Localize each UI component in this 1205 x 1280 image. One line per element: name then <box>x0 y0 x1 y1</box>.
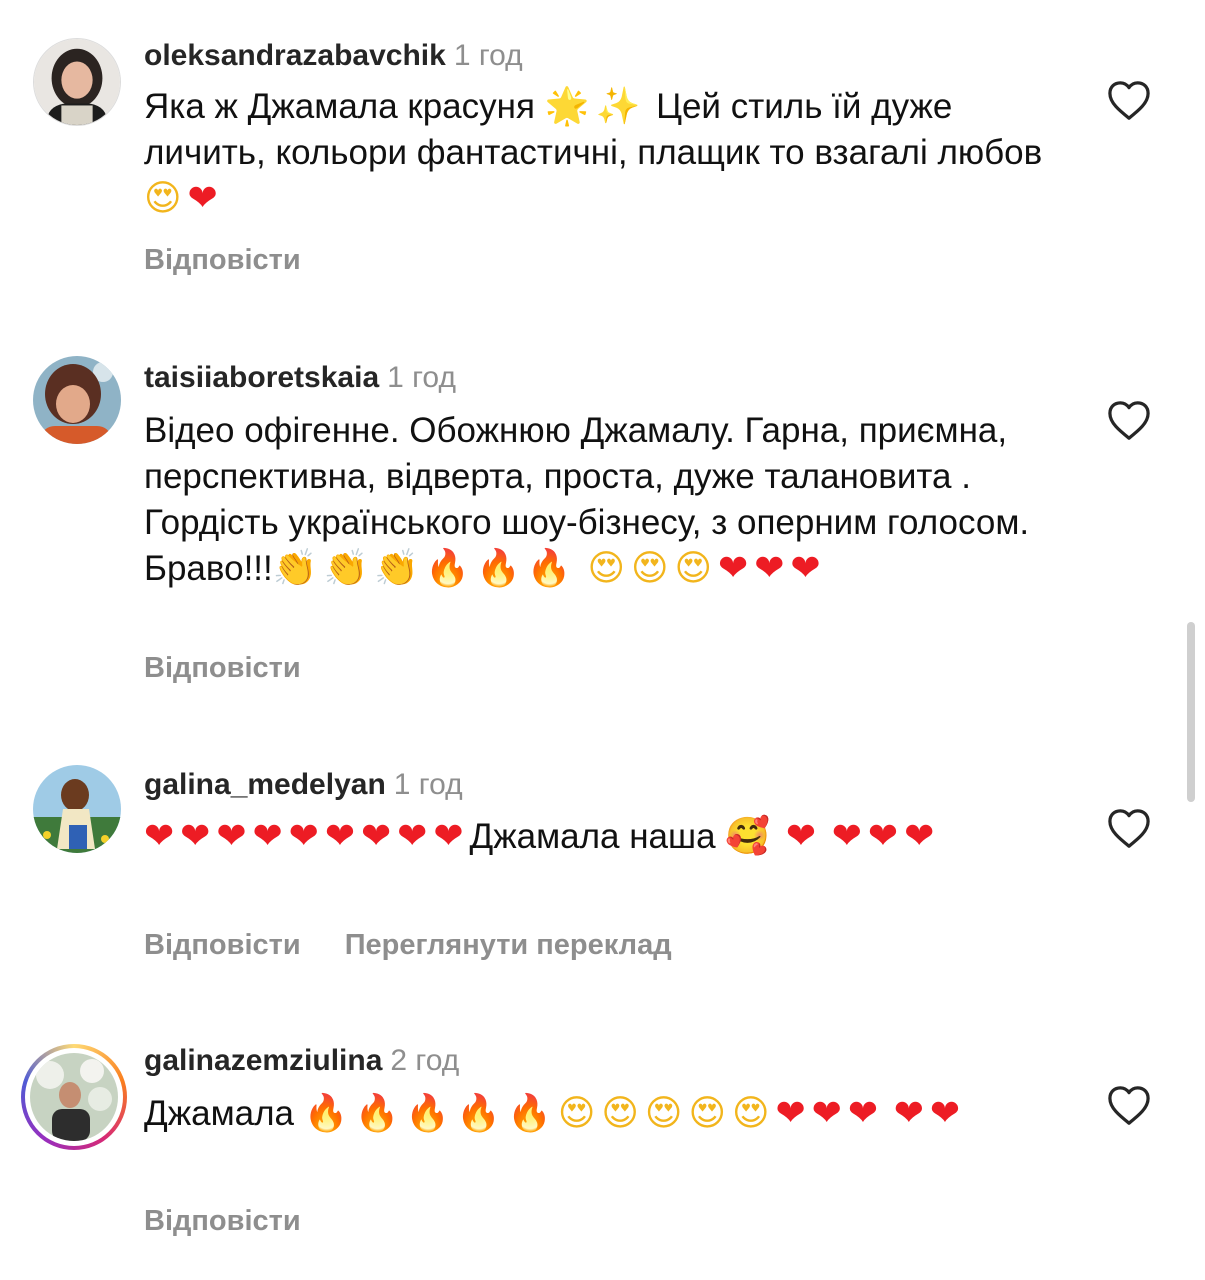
timestamp: 1 год <box>453 39 523 72</box>
scrollbar[interactable] <box>1187 622 1195 802</box>
like-button[interactable] <box>1106 1085 1152 1127</box>
comment-text: Відео офігенне. Обожнюю Джамалу. Гарна, … <box>144 408 1044 592</box>
username[interactable]: galinazemziulina <box>144 1044 382 1077</box>
comment-header: taisiiaboretskaia 1 год <box>144 360 456 396</box>
red-heart-icon: ❤ <box>187 178 224 219</box>
avatar[interactable] <box>33 356 121 444</box>
heart-outline-icon <box>1108 81 1150 120</box>
avatar[interactable] <box>33 765 121 853</box>
timestamp: 1 год <box>393 768 463 801</box>
like-button[interactable] <box>1106 80 1152 122</box>
red-heart-icon: ❤❤❤ <box>831 816 941 857</box>
comment-actions: Відповісти <box>144 650 345 686</box>
timestamp: 1 год <box>387 361 456 394</box>
comment-text: Джамала 🔥🔥🔥🔥🔥😍😍😍😍😍❤❤❤ ❤❤ <box>144 1091 1064 1137</box>
heart-outline-icon <box>1108 401 1150 440</box>
comment-actions: Відповісти Переглянути переклад <box>144 927 716 963</box>
comment-actions: Відповісти <box>144 1203 345 1239</box>
like-button[interactable] <box>1106 808 1152 850</box>
username[interactable]: galina_medelyan <box>144 768 386 801</box>
username[interactable]: taisiiaboretskaia <box>144 361 379 394</box>
sparkle-star-icon: 🌟✨ <box>544 86 647 127</box>
avatar[interactable] <box>33 38 121 126</box>
smiling-face-with-hearts-icon: 🥰 <box>725 816 777 857</box>
red-heart-icon: ❤❤ <box>893 1093 967 1134</box>
fire-icon: 🔥🔥🔥🔥🔥 <box>303 1093 558 1134</box>
heart-eyes-icon: 😍😍😍😍😍 <box>557 1093 776 1134</box>
story-ring[interactable] <box>21 1044 127 1150</box>
like-button[interactable] <box>1106 400 1152 442</box>
comment-text: ❤❤❤❤❤❤❤❤❤Джамала наша 🥰 ❤ ❤❤❤ <box>144 814 1064 860</box>
heart-eyes-icon: 😍😍😍 <box>587 548 719 589</box>
see-translation-button[interactable]: Переглянути переклад <box>345 927 672 963</box>
heart-eyes-icon: 😍 <box>144 178 188 219</box>
comment-text: Яка ж Джамала красуня 🌟✨ Цей стиль їй ду… <box>144 84 1064 222</box>
comment-header: oleksandrazabavchik 1 год <box>144 38 523 74</box>
comment-actions: Відповісти <box>144 242 345 278</box>
story-ring-inner <box>25 1048 123 1146</box>
red-heart-icon: ❤❤❤ <box>775 1093 885 1134</box>
red-heart-icon: ❤ <box>785 816 823 857</box>
reply-button[interactable]: Відповісти <box>144 242 301 278</box>
comment-header: galinazemziulina 2 год <box>144 1043 459 1079</box>
reply-button[interactable]: Відповісти <box>144 927 301 963</box>
comment-text-part: Джамала <box>144 1094 294 1133</box>
heart-outline-icon <box>1108 1086 1150 1125</box>
comment-item: oleksandrazabavchik 1 год Яка ж Джамала к… <box>0 0 1205 320</box>
red-heart-icon: ❤❤❤ <box>718 548 827 589</box>
timestamp: 2 год <box>390 1044 460 1077</box>
red-heart-icon: ❤❤❤❤❤❤❤❤❤ <box>144 816 470 857</box>
reply-button[interactable]: Відповісти <box>144 1203 301 1239</box>
comment-text-part: Яка ж Джамала красуня <box>144 87 535 126</box>
fire-icon: 🔥🔥🔥 <box>425 548 578 589</box>
heart-outline-icon <box>1108 809 1150 848</box>
clapping-hands-icon: 👏👏👏 <box>272 548 426 589</box>
reply-button[interactable]: Відповісти <box>144 650 301 686</box>
avatar[interactable] <box>30 1053 118 1141</box>
comment-header: galina_medelyan 1 год <box>144 767 463 803</box>
username[interactable]: oleksandrazabavchik <box>144 39 446 72</box>
comment-text-part: Джамала наша <box>469 817 716 856</box>
